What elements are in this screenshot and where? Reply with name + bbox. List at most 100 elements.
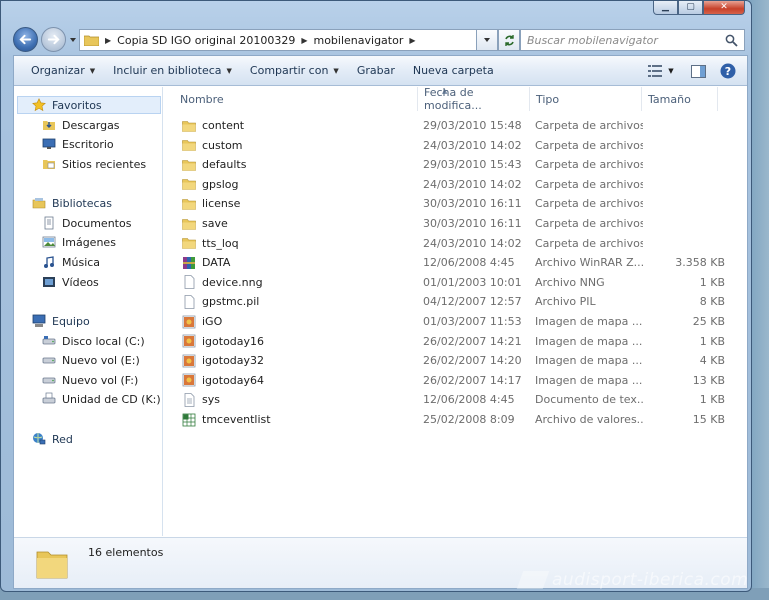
column-header-type[interactable]: Tipo — [530, 87, 642, 111]
burn-button[interactable]: Grabar — [348, 60, 404, 82]
nav-item-label: Música — [62, 255, 101, 269]
file-row-data[interactable]: DATA 12/06/2008 4:45 Archivo WinRAR Z... 3.… — [178, 253, 738, 272]
file-type: Documento de tex... — [535, 393, 643, 407]
file-row-save[interactable]: save 30/03/2010 16:11 Carpeta de archivos — [178, 214, 738, 233]
desktop-icon — [42, 138, 56, 149]
column-header-name[interactable]: Nombre — [174, 87, 418, 111]
file-name: iGO — [202, 315, 223, 328]
nav-item-desktop[interactable]: Escritorio — [42, 135, 114, 153]
explorer-window: ▁ ▢ ✕ ▶ Copia SD IGO original 20100329 ▶… — [0, 0, 752, 592]
file-size: 1 KB — [699, 393, 725, 407]
file-size — [643, 194, 725, 213]
file-row-igo[interactable]: iGO 01/03/2007 11:53 Imagen de mapa ... 25 … — [178, 312, 738, 331]
nav-item-pictures[interactable]: Imágenes — [42, 233, 116, 251]
nav-item-downloads[interactable]: Descargas — [42, 116, 120, 134]
maximize-button[interactable]: ▢ — [678, 1, 703, 15]
nav-favorites[interactable]: Favoritos — [17, 96, 161, 114]
address-dropdown-button[interactable] — [476, 29, 498, 51]
folder-icon — [84, 35, 99, 46]
file-row-tts-loq[interactable]: tts_loq 24/03/2010 14:02 Carpeta de archiv… — [178, 234, 738, 253]
minimize-button[interactable]: ▁ — [653, 1, 678, 15]
organize-menu[interactable]: Organizar ▼ — [22, 60, 104, 82]
file-row-igotoday32[interactable]: igotoday32 26/02/2007 14:20 Imagen de mapa… — [178, 351, 738, 370]
explorer-body: Organizar ▼ Incluir en biblioteca ▼ Comp… — [13, 55, 748, 589]
file-date: 24/03/2010 14:02 — [423, 177, 522, 191]
star-icon — [32, 98, 46, 112]
nav-item-recent[interactable]: Sitios recientes — [42, 155, 146, 173]
nav-network[interactable]: Red — [32, 430, 73, 448]
file-date: 30/03/2010 16:11 — [423, 217, 522, 230]
file-size: 15 KB — [692, 413, 725, 426]
file-row-tmceventlist[interactable]: tmceventlist 25/02/2008 8:09 Archivo de va… — [178, 410, 738, 429]
refresh-icon — [504, 34, 514, 46]
file-size: 13 KB — [692, 373, 725, 387]
file-type: Imagen de mapa ... — [535, 334, 643, 348]
nav-item-documents[interactable]: Documentos — [42, 214, 131, 232]
nav-item-cd-drive[interactable]: Unidad de CD (K:) W — [42, 390, 162, 408]
share-menu[interactable]: Compartir con ▼ — [241, 60, 348, 82]
breadcrumb-separator-icon[interactable]: ▶ — [409, 36, 415, 45]
breadcrumb-item[interactable]: Copia SD IGO original 20100329 — [117, 34, 295, 47]
file-row-sys[interactable]: sys 12/06/2008 4:45 Documento de tex... 1 K… — [178, 390, 738, 409]
preview-pane-button[interactable] — [687, 60, 709, 82]
file-size — [643, 234, 725, 253]
file-row-license[interactable]: license 30/03/2010 16:11 Carpeta de archiv… — [178, 194, 738, 213]
file-name-cell: device.nng — [182, 273, 412, 292]
file-name: DATA — [202, 256, 231, 270]
file-type: Archivo WinRAR Z... — [535, 256, 643, 270]
refresh-button[interactable] — [498, 29, 520, 51]
nav-item-music[interactable]: Música — [42, 253, 100, 271]
file-name: save — [202, 217, 228, 230]
file-row-content[interactable]: content 29/03/2010 15:48 Carpeta de archiv… — [178, 116, 738, 135]
arrow-right-icon — [47, 34, 60, 45]
forward-button[interactable] — [41, 27, 66, 52]
column-header-size[interactable]: Tamaño — [642, 87, 718, 111]
folder-icon — [182, 218, 196, 230]
file-size: 1 KB — [699, 275, 725, 289]
view-mode-button[interactable]: ▼ — [643, 60, 679, 82]
nav-item-label: Vídeos — [62, 275, 99, 289]
file-icon — [184, 275, 195, 290]
file-name: gpslog — [202, 177, 239, 191]
nav-libraries[interactable]: Bibliotecas — [32, 194, 112, 212]
file-date: 04/12/2007 12:57 — [423, 295, 522, 309]
nav-computer[interactable]: Equipo — [32, 312, 90, 330]
new-folder-button[interactable]: Nueva carpeta — [404, 60, 503, 82]
watermark: audisport-iberica.com — [516, 568, 765, 592]
file-row-gpstmc-pil[interactable]: gpstmc.pil 04/12/2007 12:57 Archivo PIL 8 K… — [178, 292, 738, 311]
details-view-icon — [648, 65, 663, 77]
nav-item-videos[interactable]: Vídeos — [42, 273, 99, 291]
history-dropdown-icon[interactable] — [69, 36, 77, 44]
chevron-down-icon: ▼ — [226, 66, 232, 75]
file-icon — [184, 294, 195, 309]
help-button[interactable]: ? — [717, 60, 739, 82]
file-size: 4 KB — [699, 354, 725, 368]
file-row-defaults[interactable]: defaults 29/03/2010 15:43 Carpeta de archi… — [178, 155, 738, 174]
breadcrumb-separator-icon[interactable]: ▶ — [105, 36, 111, 45]
file-size — [643, 155, 725, 174]
file-row-igotoday64[interactable]: igotoday64 26/02/2007 14:17 Imagen de mapa… — [178, 371, 738, 390]
file-row-device-nng[interactable]: device.nng 01/01/2003 10:01 Archivo NNG 1 K… — [178, 273, 738, 292]
file-name-cell: iGO — [182, 312, 412, 331]
include-library-menu[interactable]: Incluir en biblioteca ▼ — [104, 60, 241, 82]
file-size — [643, 136, 725, 155]
back-button[interactable] — [13, 27, 38, 52]
breadcrumb-item[interactable]: mobilenavigator — [313, 34, 403, 47]
file-row-custom[interactable]: custom 24/03/2010 14:02 Carpeta de archivo… — [178, 136, 738, 155]
file-row-gpslog[interactable]: gpslog 24/03/2010 14:02 Carpeta de archivo… — [178, 175, 738, 194]
nav-item-drive-e[interactable]: Nuevo vol (E:) — [42, 351, 140, 369]
chevron-down-icon: ▼ — [668, 67, 674, 75]
text-document-icon — [184, 392, 195, 407]
column-header-date[interactable]: Fecha de modifica... — [418, 87, 530, 112]
close-button[interactable]: ✕ — [703, 1, 745, 15]
nav-network-label: Red — [52, 432, 73, 446]
breadcrumb-separator-icon[interactable]: ▶ — [301, 36, 307, 45]
address-bar[interactable]: ▶ Copia SD IGO original 20100329 ▶ mobil… — [79, 29, 500, 51]
nav-item-drive-c[interactable]: Disco local (C:) — [42, 332, 145, 350]
file-row-igotoday16[interactable]: igotoday16 26/02/2007 14:21 Imagen de mapa… — [178, 332, 738, 351]
file-name-cell: igotoday32 — [182, 351, 412, 370]
search-box[interactable]: Buscar mobilenavigator — [520, 29, 745, 51]
folder-icon — [36, 551, 68, 579]
nav-item-drive-f[interactable]: Nuevo vol (F:) — [42, 371, 138, 389]
file-date: 26/02/2007 14:20 — [423, 354, 522, 368]
